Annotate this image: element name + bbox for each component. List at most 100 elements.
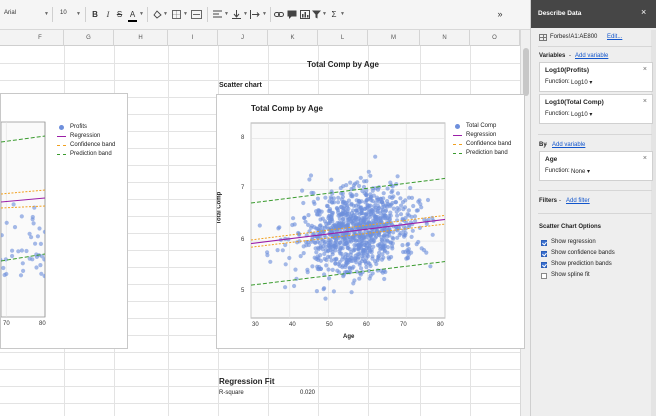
chevron-down-icon[interactable]: ▼ (44, 11, 49, 17)
column-header[interactable]: N (420, 30, 470, 46)
data-point (333, 234, 339, 239)
chevron-down-icon[interactable]: ▼ (322, 11, 327, 17)
data-point (12, 225, 18, 230)
data-point (330, 267, 335, 272)
data-point (309, 190, 314, 195)
column-header[interactable]: M (368, 30, 420, 46)
total-comp-scatter-chart[interactable]: Total Comp by Age Total Comp Age 30 40 5… (216, 94, 525, 349)
font-size-select[interactable]: 10 (60, 10, 67, 16)
data-point (406, 213, 411, 218)
column-header-f[interactable]: F (20, 30, 60, 46)
show-confidence-bands-checkbox[interactable] (541, 251, 547, 257)
variable-card[interactable]: Log10(Profits) × Function: Log10 ▾ (539, 62, 653, 92)
data-point (2, 272, 7, 278)
text-wrap-icon[interactable] (250, 10, 261, 19)
data-point (354, 260, 359, 265)
chevron-down-icon[interactable]: ▼ (224, 11, 229, 17)
fill-color-icon[interactable] (153, 10, 162, 19)
data-point (368, 173, 373, 178)
data-point (385, 238, 390, 243)
add-by-variable-link[interactable]: Add variable (552, 142, 585, 148)
edit-range-link[interactable]: Edit... (607, 34, 622, 40)
data-point (403, 231, 408, 236)
data-point (308, 225, 314, 230)
left-plot-area (1, 121, 46, 318)
function-select[interactable]: None ▾ (571, 168, 590, 175)
link-icon[interactable] (274, 10, 284, 19)
column-header[interactable]: K (268, 30, 318, 46)
add-filter-link[interactable]: Add filter (566, 198, 590, 204)
data-point (321, 244, 326, 249)
close-icon[interactable]: × (641, 7, 646, 17)
borders-icon[interactable] (172, 10, 181, 19)
data-point (398, 212, 404, 217)
data-point (268, 259, 273, 264)
data-point (38, 263, 43, 268)
bold-button[interactable]: B (90, 8, 100, 21)
data-point (410, 228, 415, 233)
chevron-down-icon[interactable]: ▼ (340, 11, 345, 17)
function-value: None (571, 169, 586, 175)
comment-icon[interactable] (287, 10, 297, 19)
data-point (327, 245, 332, 250)
add-variable-link[interactable]: Add variable (575, 53, 608, 59)
data-point (382, 276, 387, 282)
remove-icon[interactable]: × (643, 155, 647, 162)
column-header[interactable]: O (470, 30, 520, 46)
column-header[interactable]: I (168, 30, 218, 46)
font-family-select[interactable]: Arial (4, 10, 16, 16)
insert-chart-icon[interactable] (300, 10, 310, 19)
data-point (388, 180, 393, 185)
scrollbar-thumb[interactable] (523, 48, 529, 96)
grid-row-line (0, 352, 526, 353)
data-point (349, 255, 354, 260)
data-point (305, 267, 310, 272)
data-point (340, 263, 345, 268)
by-variable-card[interactable]: Age × Function: None ▾ (539, 151, 653, 181)
remove-icon[interactable]: × (643, 98, 647, 105)
chevron-down-icon[interactable]: ▼ (163, 11, 168, 17)
vertical-align-icon[interactable] (232, 10, 241, 19)
data-point (329, 215, 334, 220)
data-point (316, 245, 321, 250)
strikethrough-button[interactable]: S (115, 8, 124, 21)
data-point (275, 248, 280, 253)
show-regression-checkbox[interactable] (541, 240, 547, 246)
function-select[interactable]: Log10 ▾ (571, 111, 592, 118)
collapse-toolbar-button[interactable]: » (495, 8, 505, 21)
data-point (395, 191, 401, 196)
column-header[interactable]: G (64, 30, 114, 46)
legend-dot-icon (455, 124, 460, 129)
data-point (4, 220, 9, 225)
grid-row-line (0, 63, 526, 64)
data-point (283, 262, 288, 267)
functions-button[interactable]: Σ (330, 8, 338, 21)
legend-label: Regression (466, 132, 497, 138)
remove-icon[interactable]: × (643, 66, 647, 73)
data-point (409, 234, 414, 239)
variable-card[interactable]: Log10(Total Comp) × Function: Log10 ▾ (539, 94, 653, 124)
chevron-down-icon[interactable]: ▼ (262, 11, 267, 17)
chevron-down-icon[interactable]: ▼ (139, 11, 144, 17)
data-point (351, 208, 356, 213)
legend-label: Total Comp (466, 123, 497, 129)
show-prediction-bands-checkbox[interactable] (541, 262, 547, 268)
chevron-down-icon[interactable]: ▼ (183, 11, 188, 17)
column-header[interactable]: J (218, 30, 268, 46)
merge-cells-icon[interactable] (191, 10, 202, 19)
column-header[interactable]: H (114, 30, 168, 46)
data-point (351, 213, 356, 218)
align-left-icon[interactable] (213, 10, 222, 19)
show-spline-fit-checkbox[interactable] (541, 273, 547, 279)
data-point (323, 296, 328, 301)
data-point (315, 212, 320, 217)
chevron-down-icon[interactable]: ▼ (243, 11, 248, 17)
column-header[interactable]: L (318, 30, 368, 46)
filter-icon[interactable] (312, 10, 321, 19)
function-select[interactable]: Log10 ▾ (571, 79, 592, 86)
function-label: Function: (545, 79, 570, 85)
variable-name: Log10(Profits) (545, 67, 590, 74)
italic-button[interactable]: I (104, 8, 112, 21)
chevron-down-icon[interactable]: ▼ (76, 11, 81, 17)
profits-scatter-chart[interactable]: 70 80 Profits Regression Confidence band… (0, 93, 128, 349)
